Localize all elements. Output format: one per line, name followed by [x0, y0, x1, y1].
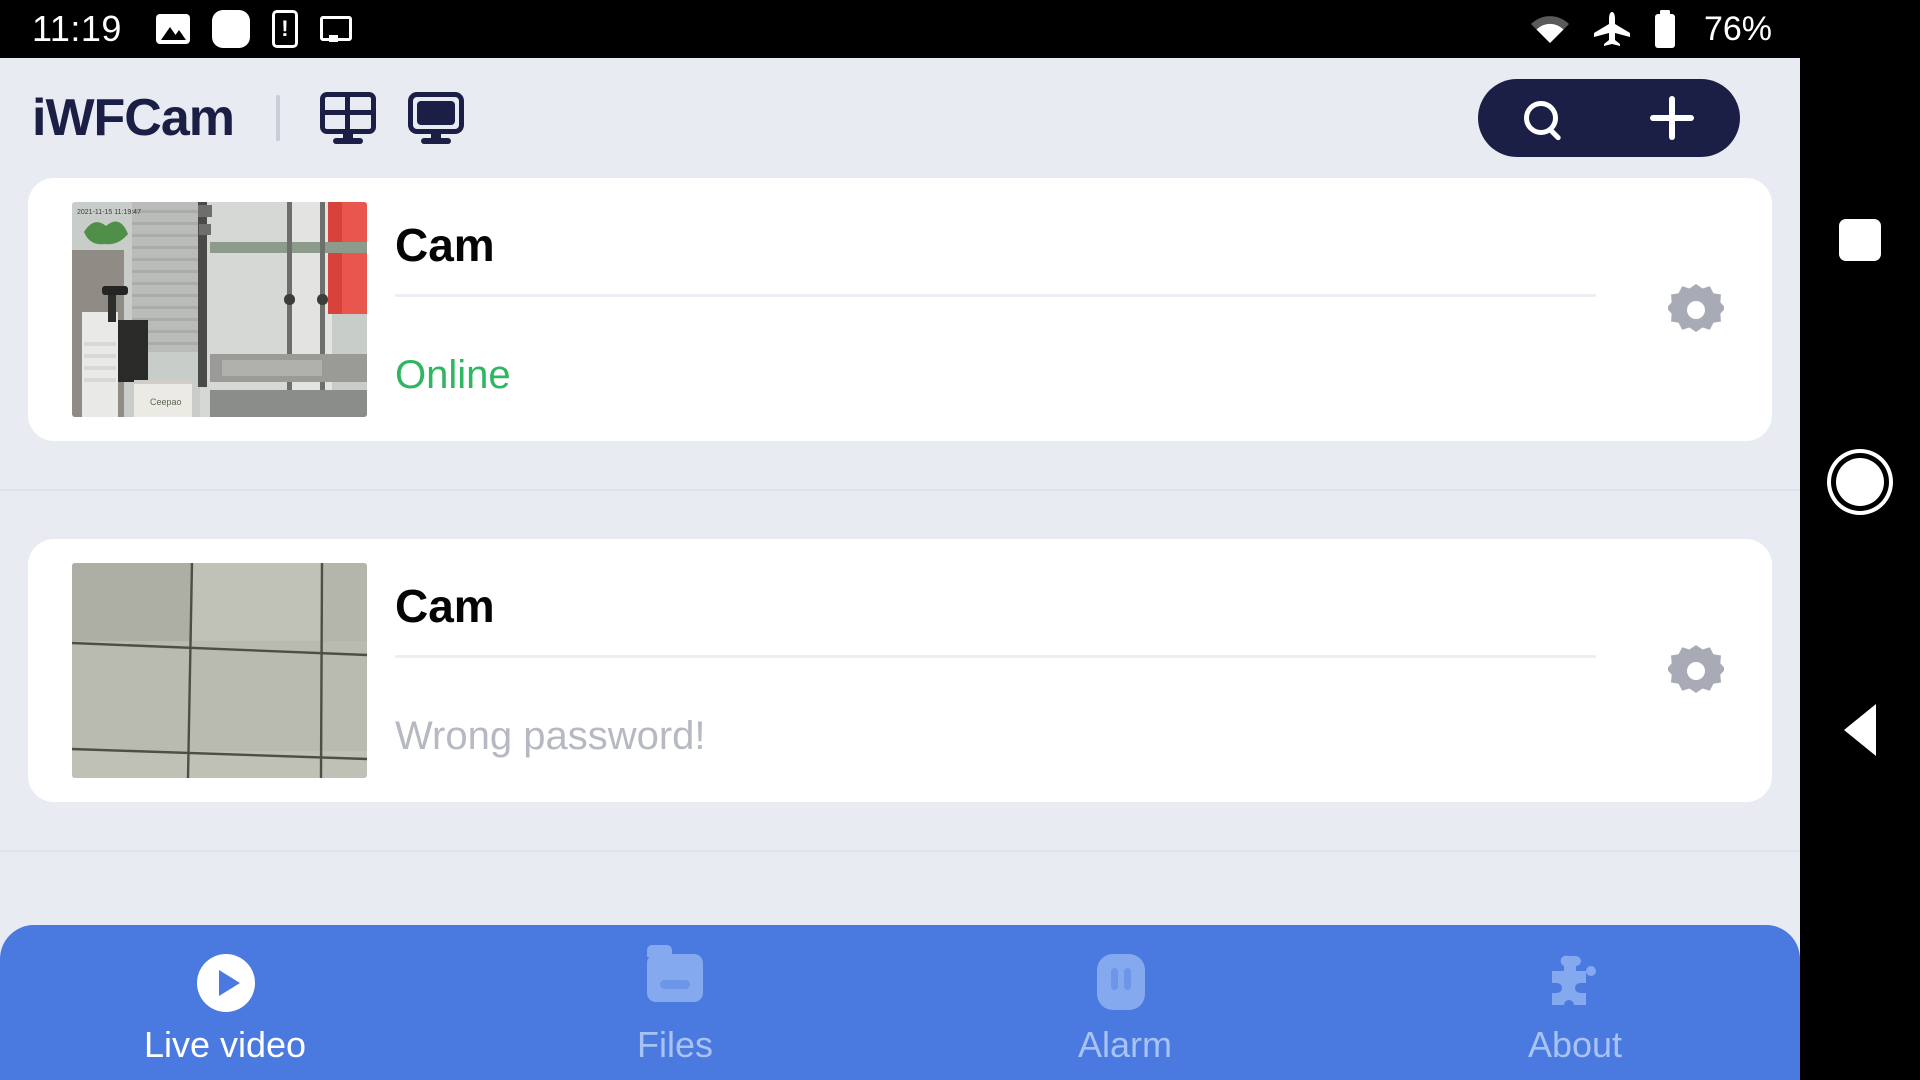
puzzle-piece-icon	[1546, 954, 1604, 1010]
android-nav-bar	[1800, 0, 1920, 1080]
battery-icon	[1654, 10, 1675, 48]
tab-live-video[interactable]: Live video	[0, 925, 450, 1080]
app-logo: iWFCam	[32, 89, 235, 147]
camera-status: Online	[395, 352, 511, 397]
gear-icon[interactable]	[1668, 643, 1724, 699]
tab-label: Files	[636, 1023, 713, 1065]
tab-label: About	[1527, 1023, 1623, 1065]
alarm-pause-icon	[1097, 953, 1153, 1010]
search-icon[interactable]	[1524, 101, 1558, 135]
view-mode-switcher	[320, 92, 464, 144]
office-interior-preview: Ceepao 2021-11-15 11:19:47	[72, 202, 367, 417]
camera-thumbnail[interactable]	[72, 563, 367, 778]
camera-name-rule	[395, 654, 1596, 658]
camera-list: Ceepao 2021-11-15 11:19:47 Cam Online Ca…	[0, 178, 1800, 852]
status-bar-system-icons: 76%	[1530, 10, 1772, 49]
header-actions	[1478, 79, 1740, 157]
folder-icon	[647, 944, 703, 1010]
svg-text:Ceepao: Ceepao	[150, 397, 182, 407]
android-status-bar: 11:19 76%	[0, 0, 1800, 58]
status-bar-clock: 11:19	[32, 8, 122, 49]
tab-alarm[interactable]: Alarm	[900, 925, 1350, 1080]
airplane-mode-icon	[1593, 12, 1630, 46]
list-item[interactable]: Cam Wrong password!	[0, 539, 1800, 802]
app-content: iWFCam Ceepao 2021-11-15 11:19:47 Cam On…	[0, 58, 1800, 1080]
tab-about[interactable]: About	[1350, 925, 1800, 1080]
single-view-icon[interactable]	[408, 92, 464, 144]
tab-label: Live video	[143, 1023, 307, 1065]
blob-icon	[211, 10, 250, 48]
bottom-tab-bar: Live video Files Alarm About	[0, 925, 1800, 1080]
tab-files[interactable]: Files	[450, 925, 900, 1080]
camera-card[interactable]: Cam Wrong password!	[28, 539, 1772, 802]
play-circle-icon	[197, 953, 255, 1012]
tab-label: Alarm	[1077, 1023, 1172, 1065]
gear-icon[interactable]	[1668, 282, 1724, 338]
cast-icon	[319, 16, 352, 42]
back-triangle-icon[interactable]	[1800, 670, 1920, 790]
camera-info: Cam Online	[395, 221, 1636, 397]
camera-name: Cam	[395, 219, 495, 272]
home-circle-icon[interactable]	[1800, 422, 1920, 542]
camera-info: Cam Wrong password!	[395, 582, 1636, 758]
add-icon[interactable]	[1650, 96, 1694, 140]
camera-status: Wrong password!	[395, 713, 706, 758]
tiled-wall-preview	[72, 563, 367, 778]
svg-text:2021-11-15 11:19:47: 2021-11-15 11:19:47	[77, 209, 141, 216]
list-item[interactable]: Ceepao 2021-11-15 11:19:47 Cam Online	[0, 178, 1800, 441]
list-gap	[0, 802, 1800, 850]
list-gap	[0, 491, 1800, 539]
camera-card[interactable]: Ceepao 2021-11-15 11:19:47 Cam Online	[28, 178, 1772, 441]
camera-settings-button[interactable]	[1636, 282, 1756, 338]
header-divider	[276, 95, 280, 141]
camera-name-rule	[395, 293, 1596, 297]
list-divider	[0, 850, 1800, 852]
phone-alert-icon	[271, 10, 298, 48]
wifi-icon	[1530, 16, 1569, 43]
status-bar-notification-icons	[155, 10, 352, 48]
app-header: iWFCam	[0, 58, 1800, 178]
grid-view-icon[interactable]	[320, 92, 376, 144]
phone-screen: 11:19 76% iWFCam	[0, 0, 1920, 1080]
camera-settings-button[interactable]	[1636, 643, 1756, 699]
camera-name: Cam	[395, 580, 495, 633]
image-icon	[155, 14, 190, 44]
camera-thumbnail[interactable]: Ceepao 2021-11-15 11:19:47	[72, 202, 367, 417]
list-gap	[0, 441, 1800, 489]
recents-square-icon[interactable]	[1800, 180, 1920, 300]
battery-percent-label: 76%	[1703, 9, 1772, 48]
